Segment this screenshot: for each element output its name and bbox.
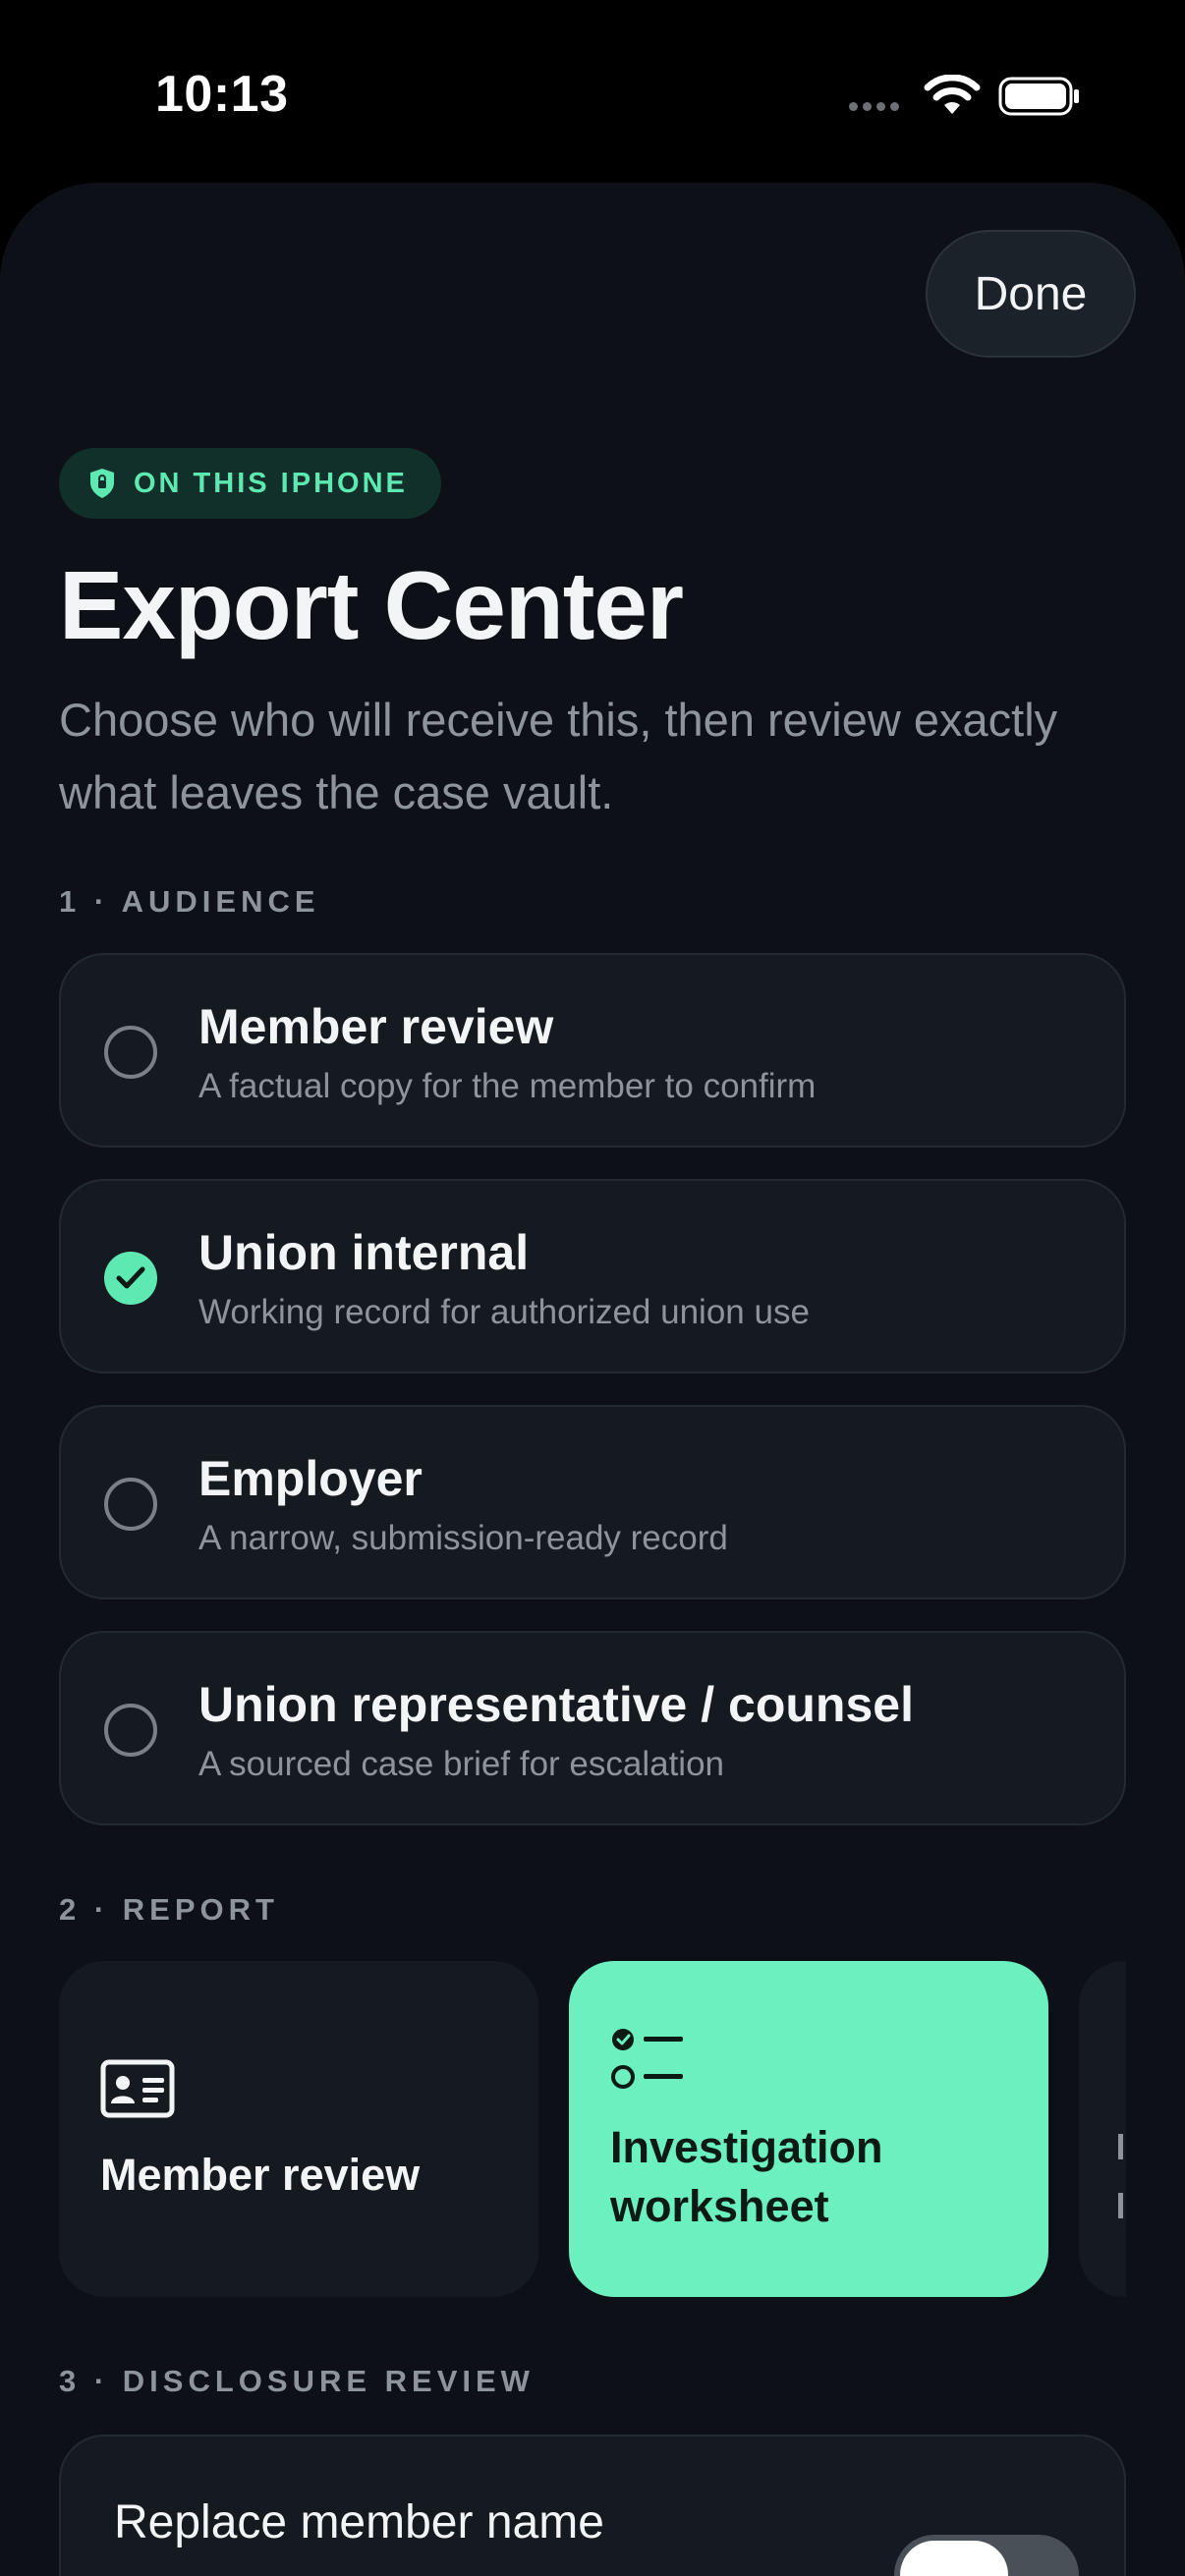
option-description: A sourced case brief for escalation	[198, 1745, 725, 1783]
option-title: Employer	[198, 1451, 423, 1506]
cellular-signal-icon	[849, 102, 899, 111]
option-description: A narrow, submission-ready record	[198, 1519, 728, 1557]
disclosure-row-replace-member-name: Replace member name	[59, 2435, 1126, 2576]
radio-unchecked-icon[interactable]	[104, 1026, 157, 1079]
option-description: A factual copy for the member to confirm	[198, 1067, 817, 1105]
option-title: Member review	[198, 999, 554, 1054]
report-card-partial-text	[1118, 2193, 1123, 2218]
audience-option-union-internal[interactable]: Union internal Working record for author…	[59, 1179, 1126, 1373]
status-bar: 10:13	[0, 0, 1185, 187]
radio-unchecked-icon[interactable]	[104, 1704, 157, 1757]
report-card-member-review[interactable]: Member review	[59, 1961, 538, 2297]
option-title: Union internal	[198, 1225, 530, 1280]
option-description: Working record for authorized union use	[198, 1293, 810, 1331]
report-card-investigation-worksheet[interactable]: Investigation worksheet	[569, 1961, 1048, 2297]
id-card-icon	[100, 2059, 175, 2118]
checklist-icon	[611, 2029, 683, 2089]
disclosure-section-label: 3 · DISCLOSURE REVIEW	[59, 2364, 535, 2398]
status-time: 10:13	[155, 66, 289, 123]
option-title: Union representative / counsel	[198, 1677, 914, 1732]
replace-member-name-toggle[interactable]	[894, 2535, 1079, 2576]
shield-lock-icon	[90, 469, 114, 498]
done-button[interactable]: Done	[926, 230, 1136, 358]
audience-option-union-representative[interactable]: Union representative / counsel A sourced…	[59, 1631, 1126, 1825]
radio-checked-icon[interactable]	[104, 1252, 157, 1305]
report-card-partial-text	[1118, 2134, 1123, 2159]
wifi-icon	[924, 75, 981, 114]
battery-icon	[998, 77, 1079, 116]
audience-section-label: 1 · AUDIENCE	[59, 884, 320, 919]
audience-option-member-review[interactable]: Member review A factual copy for the mem…	[59, 953, 1126, 1148]
disclosure-label: Replace member name	[114, 2496, 604, 2548]
report-carousel[interactable]: Member review Investigation worksheet	[59, 1961, 1126, 2297]
badge-label: ON THIS IPHONE	[134, 467, 408, 499]
report-card-label: Investigation worksheet	[610, 2122, 883, 2231]
on-device-badge: ON THIS IPHONE	[59, 448, 441, 519]
audience-option-employer[interactable]: Employer A narrow, submission-ready reco…	[59, 1405, 1126, 1599]
page-title: Export Center	[59, 551, 684, 659]
page-subtitle: Choose who will receive this, then revie…	[59, 694, 1058, 818]
toggle-knob[interactable]	[900, 2541, 1008, 2576]
report-section-label: 2 · REPORT	[59, 1892, 279, 1927]
radio-unchecked-icon[interactable]	[104, 1478, 157, 1531]
report-card-partial[interactable]	[1079, 1961, 1126, 2297]
report-card-label: Member review	[100, 2150, 421, 2200]
